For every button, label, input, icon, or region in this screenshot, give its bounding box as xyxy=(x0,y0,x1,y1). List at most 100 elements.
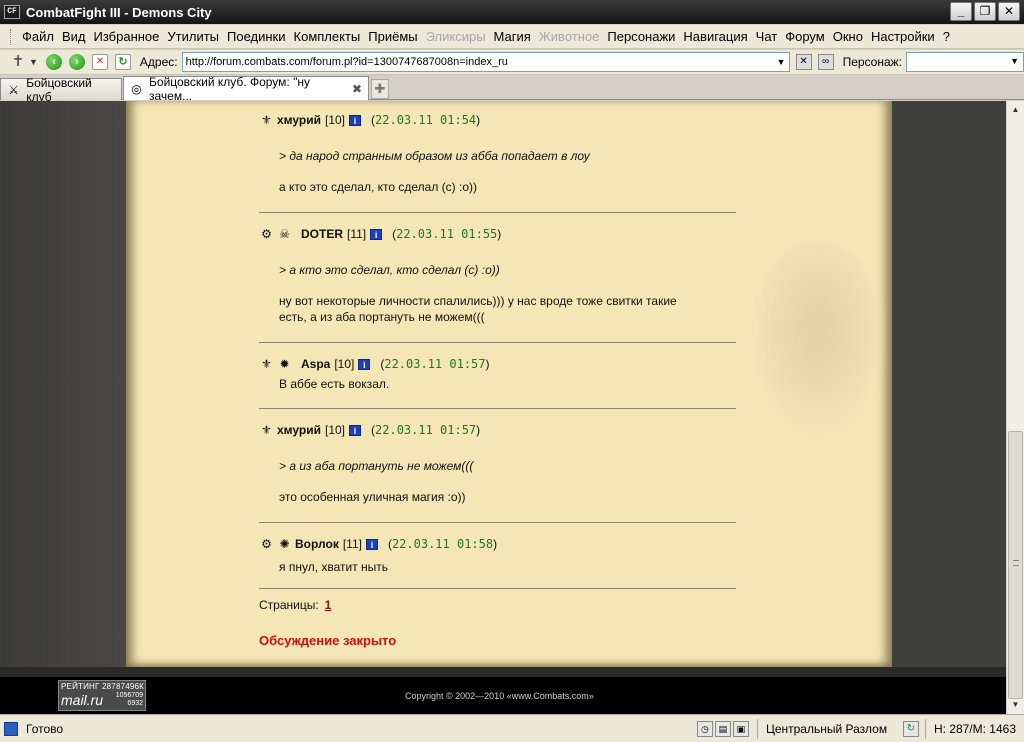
post-text: ну вот некоторые личности спалились))) у… xyxy=(279,294,677,308)
page-content: ⚜ хмурий [10] i (22.03.11 01:54) > да на… xyxy=(0,101,1006,714)
forum-post: ⚙ ✺ Ворлок [11] i (22.03.11 01:58) я пну… xyxy=(259,535,736,575)
clan-icon[interactable]: ⚜ xyxy=(259,423,274,437)
emblem-icon[interactable]: ✺ xyxy=(277,537,292,551)
post-text: есть, а из аба портануть не можем((( xyxy=(279,310,485,324)
page-link-1[interactable]: 1 xyxy=(325,598,332,612)
tab-fight-club[interactable]: ⚔ Бойцовский клуб xyxy=(0,76,122,104)
post-date: 22.03.11 01:57 xyxy=(384,357,486,371)
address-label: Адрес: xyxy=(139,55,178,69)
menu-sets[interactable]: Комплекты xyxy=(290,29,365,44)
tab-close-icon[interactable]: ✖ xyxy=(352,82,362,96)
post-divider xyxy=(259,342,736,343)
minimize-button[interactable]: _ xyxy=(950,2,972,21)
post-username[interactable]: хмурий xyxy=(277,423,321,437)
menu-forum[interactable]: Форум xyxy=(781,29,829,44)
info-icon[interactable]: i xyxy=(365,538,378,550)
back-icon[interactable]: ‹ xyxy=(45,54,62,70)
menu-help[interactable]: ? xyxy=(939,29,954,44)
address-value: http://forum.combats.com/forum.pl?id=130… xyxy=(185,56,508,68)
mask-icon[interactable]: ☠ xyxy=(277,227,292,241)
maximize-button[interactable]: ❐ xyxy=(974,2,996,21)
post-divider xyxy=(259,522,736,523)
menu-magic[interactable]: Магия xyxy=(490,29,535,44)
menu-utilities[interactable]: Утилиты xyxy=(163,29,223,44)
info-icon[interactable]: i xyxy=(349,424,362,436)
address-toolbar: ✝ ▼ ‹ › ✕ ↻ Адрес: http://forum.combats.… xyxy=(0,50,1024,75)
binoculars-icon[interactable]: ∞ xyxy=(817,54,834,70)
info-icon[interactable]: i xyxy=(349,114,362,126)
clear-address-icon[interactable]: ✕ xyxy=(795,54,812,70)
post-username[interactable]: Ворлок xyxy=(295,537,339,551)
toolbar-grip[interactable] xyxy=(10,28,14,45)
crossed-swords-icon: ⚔ xyxy=(8,82,19,97)
scroll-down-icon[interactable]: ▼ xyxy=(1007,696,1024,713)
stats-panel: Н: 287/М: 1463 xyxy=(924,718,1024,739)
address-dropdown-icon[interactable]: ▼ xyxy=(777,53,786,71)
info-icon[interactable]: i xyxy=(358,358,371,370)
discussion-closed-notice: Обсуждение закрыто xyxy=(259,633,397,648)
footer-divider xyxy=(0,667,1006,677)
rating-label: РЕЙТИНГ 28787496К xyxy=(61,682,145,691)
menu-techniques[interactable]: Приёмы xyxy=(364,29,421,44)
close-button[interactable]: ✕ xyxy=(998,2,1020,21)
clan-icon[interactable]: ⚙ xyxy=(259,537,274,551)
scroll-thumb[interactable] xyxy=(1008,431,1023,699)
window-title: CombatFight III - Demons City xyxy=(26,4,212,20)
menu-duels[interactable]: Поединки xyxy=(223,29,290,44)
browser-icon: ◎ xyxy=(131,81,142,96)
lock-icon[interactable]: ▣ xyxy=(732,720,749,737)
post-username[interactable]: хмурий xyxy=(277,113,321,127)
post-date: 22.03.11 01:58 xyxy=(391,537,494,551)
person-dropdown-icon[interactable]: ▼ xyxy=(1010,56,1019,66)
status-text: Готово xyxy=(26,721,64,736)
person-select[interactable]: ▼ xyxy=(906,52,1024,72)
clock-icon[interactable]: ◷ xyxy=(696,720,713,737)
scroll-up-icon[interactable]: ▲ xyxy=(1007,101,1024,118)
address-input[interactable]: http://forum.combats.com/forum.pl?id=130… xyxy=(181,52,790,72)
post-header: ⚙ ☠ DOTER [11] i (22.03.11 01:55) xyxy=(259,225,736,243)
tab-forum[interactable]: ◎ Бойцовский клуб. Форум: "ну зачем... ✖ xyxy=(123,74,369,103)
forward-icon[interactable]: › xyxy=(68,54,85,70)
post-level: [11] xyxy=(347,227,367,241)
vertical-scrollbar[interactable]: ▲ ▼ xyxy=(1006,101,1024,714)
menu-chat[interactable]: Чат xyxy=(752,29,782,44)
emblem-icon[interactable]: ✹ xyxy=(277,357,292,371)
clan-icon[interactable]: ⚙ xyxy=(259,227,274,241)
menu-navigation[interactable]: Навигация xyxy=(679,29,751,44)
clan-icon[interactable]: ⚜ xyxy=(259,357,274,371)
menu-animal: Животное xyxy=(538,29,600,44)
background-left xyxy=(0,101,126,667)
tab-bar: ⚔ Бойцовский клуб ◎ Бойцовский клуб. Фор… xyxy=(0,74,1024,104)
new-tab-button[interactable]: ✚ xyxy=(371,79,389,99)
menu-favorites[interactable]: Избранное xyxy=(90,29,164,44)
post-divider xyxy=(259,212,736,213)
pin-dropdown-icon[interactable]: ▼ xyxy=(29,57,38,67)
notes-icon[interactable]: ▤ xyxy=(714,720,731,737)
info-icon[interactable]: i xyxy=(370,228,383,240)
page-footer: РЕЙТИНГ 28787496К mail.ru 1056709 6932 Co… xyxy=(0,677,1006,714)
post-username[interactable]: Aspa xyxy=(301,357,330,371)
rating-counter[interactable]: РЕЙТИНГ 28787496К mail.ru 1056709 6932 xyxy=(58,680,146,711)
refresh-icon[interactable]: ↻ xyxy=(114,54,131,70)
menu-settings[interactable]: Настройки xyxy=(867,29,939,44)
menu-file[interactable]: Файл xyxy=(18,29,58,44)
menu-view[interactable]: Вид xyxy=(58,29,90,44)
status-page-icon xyxy=(4,721,18,736)
post-header: ⚙ ✺ Ворлок [11] i (22.03.11 01:58) xyxy=(259,535,736,553)
pin-icon[interactable]: ✝ xyxy=(10,54,26,70)
tab-label: Бойцовский клуб xyxy=(26,75,92,104)
refresh-location-icon[interactable]: ↻ xyxy=(902,720,919,737)
stop-icon[interactable]: ✕ xyxy=(91,54,108,70)
tab-label: Бойцовский клуб. Форум: "ну зачем... xyxy=(149,74,310,103)
copyright: Copyright © 2002—2010 «www.Combats.com» xyxy=(405,691,594,701)
menu-characters[interactable]: Персонажи xyxy=(603,29,679,44)
menu-window[interactable]: Окно xyxy=(829,29,867,44)
globe-watermark-icon xyxy=(748,241,888,441)
post-divider xyxy=(259,588,736,589)
post-date: 22.03.11 01:57 xyxy=(375,423,477,437)
app-logo-icon: CF xyxy=(4,5,20,19)
post-username[interactable]: DOTER xyxy=(301,227,343,241)
menu-elixirs: Эликсиры xyxy=(425,29,486,44)
clan-icon[interactable]: ⚜ xyxy=(259,113,274,127)
mailru-logo: mail.ru xyxy=(61,692,104,708)
